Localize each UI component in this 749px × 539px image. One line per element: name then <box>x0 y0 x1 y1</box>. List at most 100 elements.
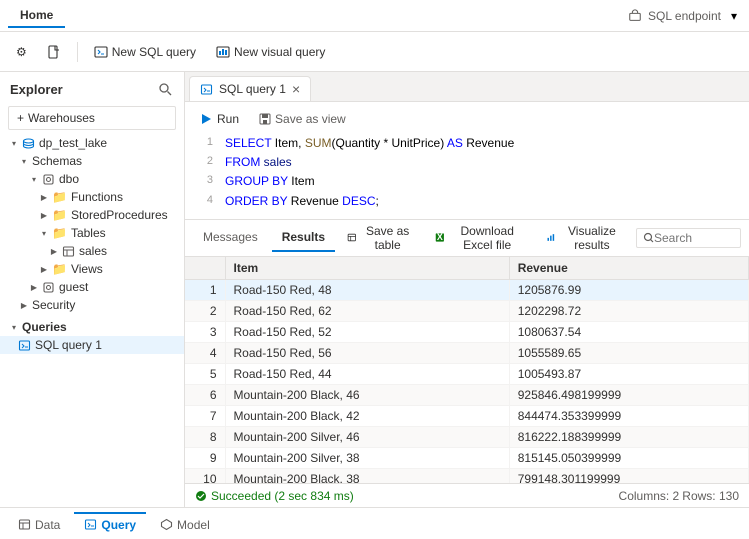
query-tab-close[interactable]: × <box>292 82 300 96</box>
sidebar-item-security[interactable]: ▶ Security <box>0 296 184 314</box>
sidebar-item-dp_test_lake[interactable]: ▾ dp_test_lake <box>0 134 184 152</box>
row-item: Road-150 Red, 52 <box>225 321 509 342</box>
content-area: SQL query 1 × Run Save as view 1 SELECT … <box>185 72 749 507</box>
row-revenue: 1205876.99 <box>509 279 748 300</box>
add-warehouse-button[interactable]: + Warehouses <box>8 106 176 130</box>
sidebar-item-label: Tables <box>71 226 106 240</box>
sidebar-item-label: dbo <box>59 172 79 186</box>
expand-icon: ▾ <box>28 173 40 185</box>
sidebar-item-tables[interactable]: ▾ 📁 Tables <box>0 224 184 242</box>
expand-icon: ▾ <box>18 155 30 167</box>
code-editor[interactable]: 1 SELECT Item, SUM(Quantity * UnitPrice)… <box>193 134 741 211</box>
save-as-table-button[interactable]: Save as table <box>339 220 423 256</box>
row-revenue: 1055589.65 <box>509 342 748 363</box>
run-button[interactable]: Run <box>193 110 245 128</box>
sidebar-title: Explorer <box>10 82 63 97</box>
sidebar-item-storedprocedures[interactable]: ▶ 📁 StoredProcedures <box>0 206 184 224</box>
sidebar-item-label: Schemas <box>32 154 82 168</box>
sidebar-item-queries[interactable]: ▾ Queries <box>0 318 184 336</box>
table-row[interactable]: 5 Road-150 Red, 44 1005493.87 <box>185 363 749 384</box>
table-row[interactable]: 9 Mountain-200 Silver, 38 815145.0503999… <box>185 447 749 468</box>
sql-query-tab[interactable]: SQL query 1 × <box>189 76 311 101</box>
table-row[interactable]: 8 Mountain-200 Silver, 46 816222.1883999… <box>185 426 749 447</box>
sidebar-item-sqlquery1[interactable]: SQL query 1 <box>0 336 184 354</box>
results-table-wrap: Item Revenue 1 Road-150 Red, 48 1205876.… <box>185 257 749 483</box>
sidebar-header: Explorer <box>0 72 184 102</box>
row-item: Mountain-200 Silver, 46 <box>225 426 509 447</box>
bottom-tab-data-label: Data <box>35 518 60 532</box>
endpoint-info: SQL endpoint ▾ <box>628 5 741 27</box>
home-tab[interactable]: Home <box>8 4 65 28</box>
new-file-button[interactable] <box>39 41 69 63</box>
add-icon: + <box>17 111 24 125</box>
row-revenue: 1005493.87 <box>509 363 748 384</box>
table-row[interactable]: 2 Road-150 Red, 62 1202298.72 <box>185 300 749 321</box>
toolbar-divider-1 <box>77 42 78 62</box>
table-row[interactable]: 6 Mountain-200 Black, 46 925846.49819999… <box>185 384 749 405</box>
search-input[interactable] <box>654 231 734 245</box>
new-visual-button[interactable]: New visual query <box>208 41 333 63</box>
table-row[interactable]: 10 Mountain-200 Black, 38 799148.3011999… <box>185 468 749 483</box>
schema-icon <box>42 281 55 294</box>
query-icon <box>18 339 31 352</box>
results-tab[interactable]: Results <box>272 224 335 252</box>
new-sql-button[interactable]: New SQL query <box>86 41 204 63</box>
table-row[interactable]: 7 Mountain-200 Black, 42 844474.35339999… <box>185 405 749 426</box>
editor-toolbar: Run Save as view <box>193 110 741 128</box>
sidebar-item-schemas[interactable]: ▾ Schemas <box>0 152 184 170</box>
expand-icon: ▾ <box>38 227 50 239</box>
sidebar-item-label: Security <box>32 298 75 312</box>
expand-icon: ▶ <box>38 209 50 221</box>
sidebar-search-button[interactable] <box>156 80 174 98</box>
endpoint-chevron[interactable]: ▾ <box>727 5 741 27</box>
col-header-item: Item <box>225 257 509 280</box>
save-as-view-button[interactable]: Save as view <box>253 110 352 128</box>
db-icon <box>22 137 35 150</box>
download-excel-button[interactable]: X Download Excel file <box>427 220 535 256</box>
search-icon <box>643 232 654 243</box>
sidebar-item-label: guest <box>59 280 88 294</box>
bottom-tab-query[interactable]: Query <box>74 512 146 536</box>
editor-area: Run Save as view 1 SELECT Item, SUM(Quan… <box>185 102 749 220</box>
visualize-results-button[interactable]: Visualize results <box>538 220 632 256</box>
bottom-tab-data[interactable]: Data <box>8 512 70 536</box>
row-item: Road-150 Red, 56 <box>225 342 509 363</box>
expand-icon: ▶ <box>38 191 50 203</box>
sidebar-item-dbo[interactable]: ▾ dbo <box>0 170 184 188</box>
visual-icon <box>216 45 230 59</box>
expand-icon: ▶ <box>38 263 50 275</box>
search-icon <box>158 82 172 96</box>
run-label: Run <box>217 112 239 126</box>
expand-icon: ▾ <box>8 137 20 149</box>
sidebar: Explorer + Warehouses ▾ dp_test_lake ▾ S… <box>0 72 185 507</box>
sidebar-item-functions[interactable]: ▶ 📁 Functions <box>0 188 184 206</box>
sidebar-item-sales[interactable]: ▶ sales <box>0 242 184 260</box>
results-search-box[interactable] <box>636 228 741 248</box>
results-tabs: Messages Results Save as table X Downloa… <box>185 220 749 257</box>
settings-icon: ⚙ <box>16 45 27 59</box>
bottom-tab-model[interactable]: Model <box>150 512 220 536</box>
sidebar-item-label: Functions <box>71 190 123 204</box>
model-tab-icon <box>160 518 173 531</box>
table-row[interactable]: 1 Road-150 Red, 48 1205876.99 <box>185 279 749 300</box>
code-line-1: 1 SELECT Item, SUM(Quantity * UnitPrice)… <box>193 134 741 153</box>
row-revenue: 1080637.54 <box>509 321 748 342</box>
sidebar-item-label: sales <box>79 244 107 258</box>
settings-button[interactable]: ⚙ <box>8 41 35 63</box>
results-tbody: 1 Road-150 Red, 48 1205876.99 2 Road-150… <box>185 279 749 483</box>
row-num: 5 <box>185 363 225 384</box>
table-row[interactable]: 4 Road-150 Red, 56 1055589.65 <box>185 342 749 363</box>
results-table: Item Revenue 1 Road-150 Red, 48 1205876.… <box>185 257 749 483</box>
col-header-num <box>185 257 225 280</box>
table-row[interactable]: 3 Road-150 Red, 52 1080637.54 <box>185 321 749 342</box>
query-tabs: SQL query 1 × <box>185 72 749 102</box>
sidebar-item-guest[interactable]: ▶ guest <box>0 278 184 296</box>
row-revenue: 799148.301199999 <box>509 468 748 483</box>
row-num: 4 <box>185 342 225 363</box>
sidebar-item-views[interactable]: ▶ 📁 Views <box>0 260 184 278</box>
messages-tab[interactable]: Messages <box>193 224 268 252</box>
row-revenue: 1202298.72 <box>509 300 748 321</box>
row-revenue: 844474.353399999 <box>509 405 748 426</box>
row-item: Road-150 Red, 48 <box>225 279 509 300</box>
endpoint-icon <box>628 9 642 23</box>
